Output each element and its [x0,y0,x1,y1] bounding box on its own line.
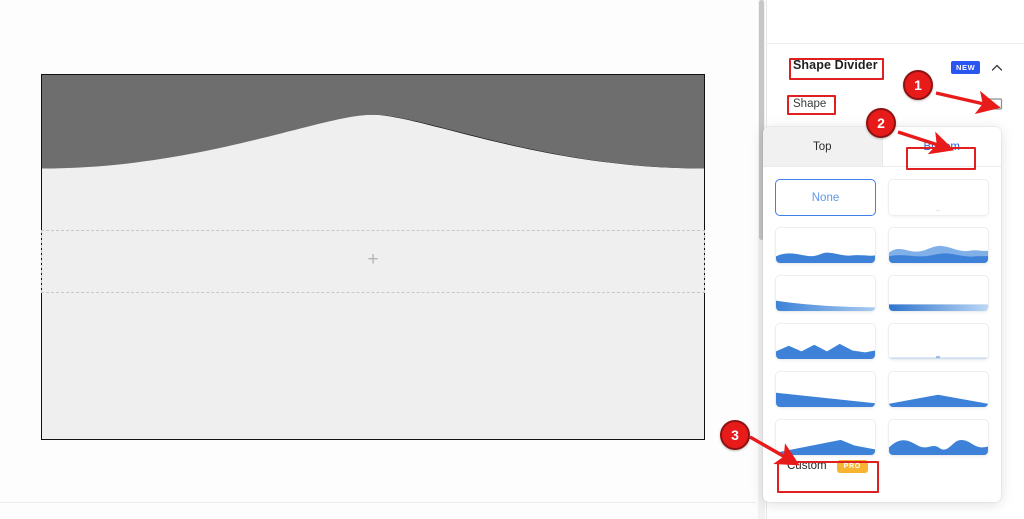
chevron-up-icon[interactable] [989,60,1005,76]
shape-option-zigzag[interactable] [775,323,876,360]
editor-bottom-divider [0,502,756,503]
section-title: Shape Divider [793,58,878,72]
custom-label: Custom [787,460,827,472]
shape-option-flat-thin[interactable] [888,323,989,360]
editor-canvas-area[interactable]: + [0,0,756,503]
tab-top[interactable]: Top [763,127,883,166]
shape-options-grid: None [775,179,989,456]
shape-option-none[interactable]: None [775,179,876,216]
shape-option-triangle-peak[interactable] [888,371,989,408]
custom-row[interactable]: Custom PRO [775,451,910,481]
panel-header-area [767,0,1024,44]
app-root: + Shape Divider NEW Shape Top Bottom Non… [0,0,1024,519]
shape-option-label: None [811,191,840,204]
shape-divider-icon[interactable] [986,95,1004,113]
settings-panel: Shape Divider NEW Shape Top Bottom None [763,0,1024,519]
shape-option-slope-down[interactable] [775,371,876,408]
shape-option-waves-opacity[interactable] [888,227,989,264]
pro-badge: PRO [836,459,868,473]
shape-option-thin-line[interactable] [888,275,989,312]
shape-field-label: Shape [793,98,827,110]
shape-divider-popover: Top Bottom None Custom PRO [763,127,1001,502]
popover-tabs: Top Bottom [763,127,1001,167]
add-section-button[interactable]: + [365,250,381,269]
shape-option-curve-gradient[interactable] [775,275,876,312]
shape-option-blank[interactable] [888,179,989,216]
tab-bottom[interactable]: Bottom [882,127,1001,166]
shape-option-waves[interactable] [775,227,876,264]
new-badge: NEW [951,61,981,74]
